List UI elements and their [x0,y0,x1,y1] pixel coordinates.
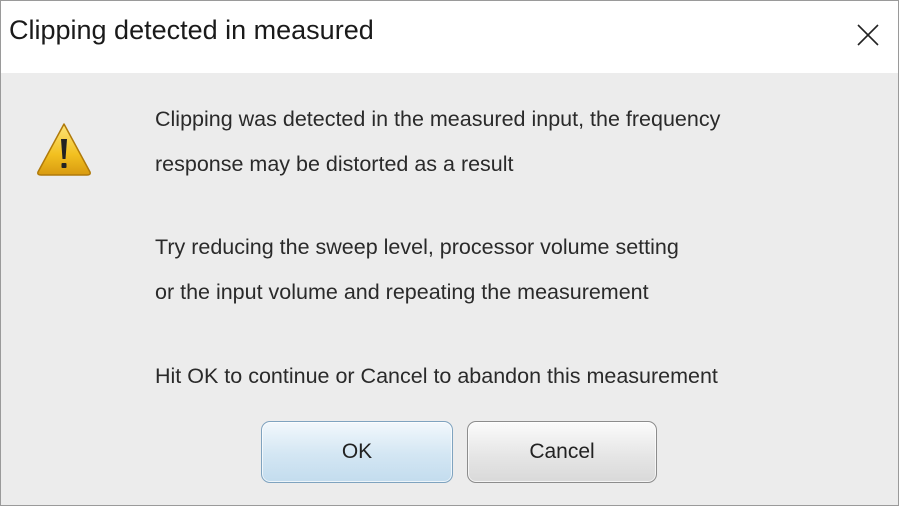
ok-button[interactable]: OK [261,421,453,483]
dialog-titlebar: Clipping detected in measured [1,1,898,73]
message-line-5: Hit OK to continue or Cancel to abandon … [155,364,718,388]
clipping-dialog: Clipping detected in measured Clipping w… [0,0,899,506]
message-line-3: Try reducing the sweep level, processor … [155,235,679,259]
message-line-1: Clipping was detected in the measured in… [155,107,721,131]
message-line-4: or the input volume and repeating the me… [155,280,649,304]
message-line-2: response may be distorted as a result [155,152,514,176]
close-icon [857,24,879,46]
dialog-title: Clipping detected in measured [9,15,374,45]
close-button[interactable] [838,1,898,73]
cancel-button[interactable]: Cancel [467,421,657,483]
warning-icon [37,123,91,176]
